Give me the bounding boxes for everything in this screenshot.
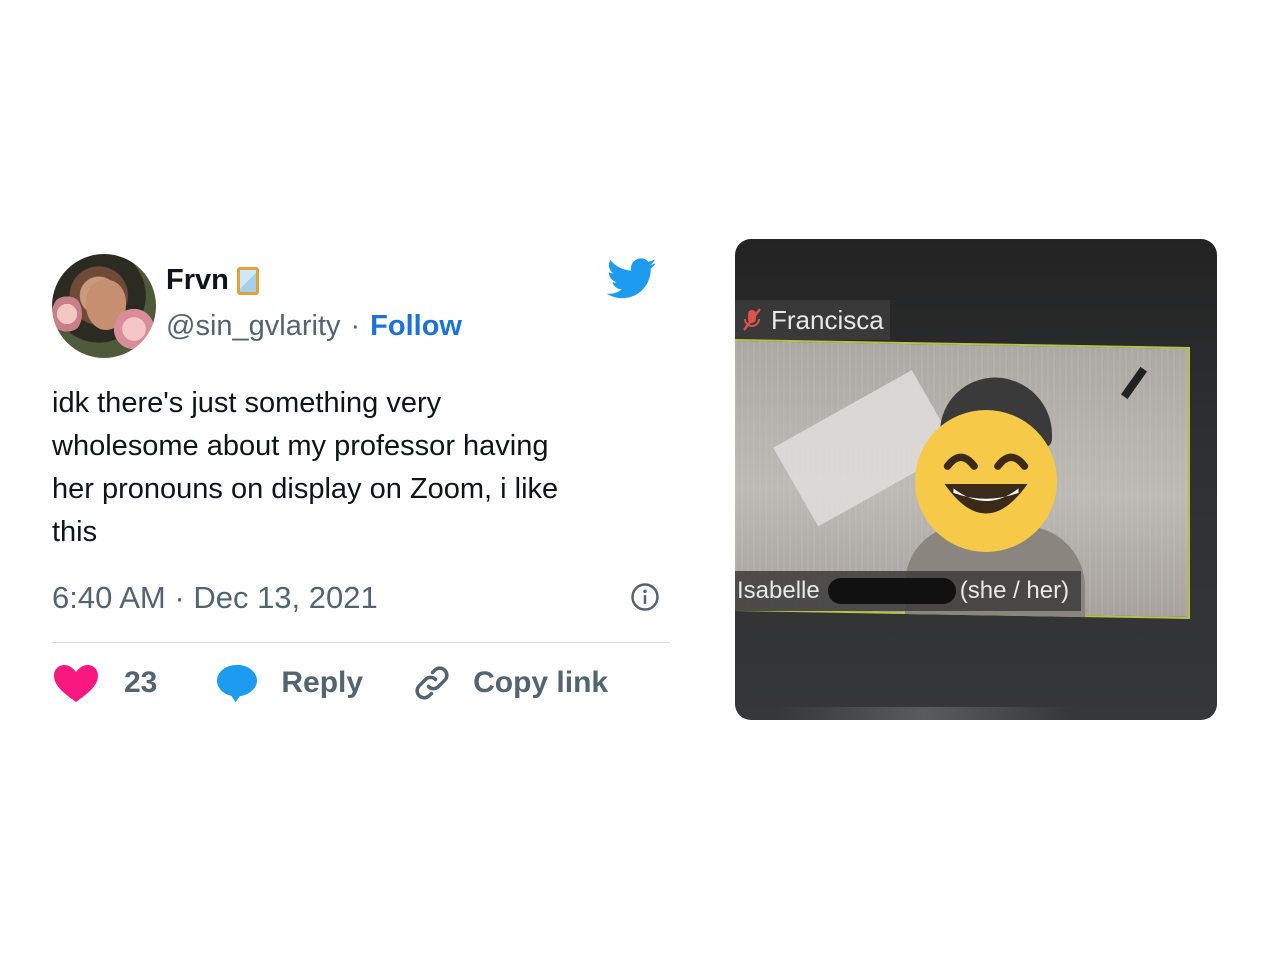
copy-link-button[interactable]: Copy link <box>411 662 608 704</box>
speech-bubble-icon <box>217 664 258 703</box>
separator: · <box>174 580 185 615</box>
divider <box>52 642 670 643</box>
blurred-text <box>775 707 1075 720</box>
muted-mic-icon <box>743 308 761 331</box>
avatar-flower <box>52 294 82 334</box>
participant-name: Isabelle <box>737 577 820 604</box>
author-name-row: Frvn <box>166 264 259 297</box>
copy-link-label: Copy link <box>473 666 609 699</box>
grinning-face-emoji-icon <box>914 409 1058 553</box>
avatar[interactable] <box>52 254 156 358</box>
twitter-logo-icon[interactable] <box>607 258 657 300</box>
separator: · <box>350 310 361 342</box>
info-icon[interactable] <box>630 582 660 612</box>
tweet-timestamp[interactable]: 6:40 AM · Dec 13, 2021 <box>52 580 378 616</box>
heart-icon <box>54 665 98 702</box>
like-count: 23 <box>124 666 158 699</box>
avatar-flower <box>112 304 156 354</box>
tweet-text-line: idk there's just something very <box>52 387 442 419</box>
tweet-text-line: her pronouns on display on Zoom, i like <box>52 473 559 505</box>
like-button[interactable]: 23 <box>52 663 157 703</box>
tweet-text-line: this <box>52 516 98 548</box>
tweet-date: Dec 13, 2021 <box>193 580 378 615</box>
attached-photo[interactable]: Francisca Isabelle (she / her) <box>735 239 1217 720</box>
tweet-text: idk there's just something very wholesom… <box>52 382 652 554</box>
reply-button[interactable]: Reply <box>215 663 363 703</box>
participant-name: Francisca <box>771 304 884 335</box>
participant-name-tag: Isabelle (she / her) <box>735 571 1081 611</box>
author-handle[interactable]: @sin_gvlarity <box>166 310 341 343</box>
tweet-time: 6:40 AM <box>52 580 166 615</box>
author-name[interactable]: Frvn <box>166 264 229 297</box>
author-handle-row: @sin_gvlarity · Follow <box>166 310 462 343</box>
follow-button[interactable]: Follow <box>370 310 462 343</box>
tweet-text-line: wholesome about my professor having <box>52 430 549 462</box>
tweet-card: Frvn @sin_gvlarity · Follow idk there's … <box>52 252 672 722</box>
ceiling-fixture <box>1120 366 1148 400</box>
mirror-icon <box>236 266 259 295</box>
participant-pronouns: (she / her) <box>959 577 1070 604</box>
participant-name-tag: Francisca <box>735 300 890 340</box>
link-icon <box>415 666 449 700</box>
redaction-bar <box>827 578 956 604</box>
action-bar: 23 Reply Copy link <box>52 662 608 704</box>
reply-label: Reply <box>281 666 364 699</box>
